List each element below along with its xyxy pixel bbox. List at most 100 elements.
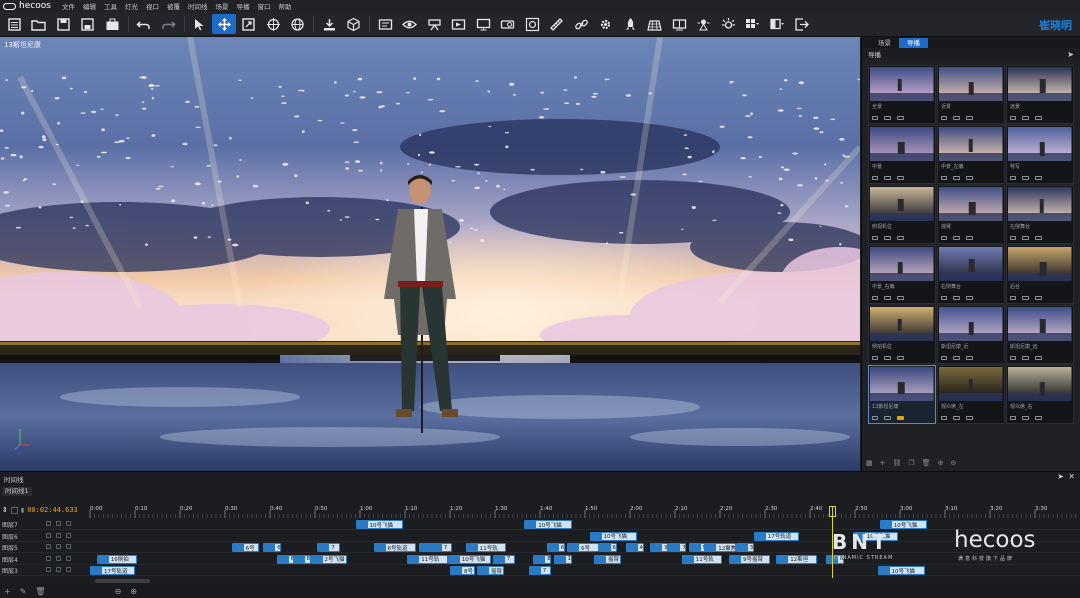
eye-icon[interactable] [56,555,61,561]
lock-icon[interactable] [66,567,71,572]
preview-icon[interactable] [941,296,947,300]
camera-shot-card[interactable]: 中景 [868,125,936,184]
add-camera-icon[interactable]: + [880,459,886,467]
timeline-clip[interactable]: 3 [735,543,754,552]
timeline-clip[interactable]: 8号 [450,566,475,575]
camera-shot-card[interactable]: 斯坦尼康_近 [937,305,1005,364]
menu-icon[interactable] [2,14,26,34]
live-icon[interactable] [897,296,904,300]
preview-icon[interactable] [872,236,878,240]
preview-icon[interactable] [1010,236,1016,240]
split-view-icon[interactable] [765,14,789,34]
live-icon[interactable] [966,236,973,240]
eye-icon[interactable] [56,544,61,549]
rotate-icon[interactable] [261,14,285,34]
camera-icon[interactable] [953,116,960,120]
lock-icon[interactable] [66,521,71,526]
menu-item[interactable]: 帮助 [279,1,292,11]
live-icon[interactable] [966,116,973,120]
camera-icon[interactable] [953,176,960,180]
menu-item[interactable]: 工具 [104,1,117,11]
timeline-clip[interactable]: 10号飞猫 [589,531,637,541]
timeline-clip[interactable]: 6号 [231,543,259,552]
live-icon[interactable] [1035,176,1042,180]
timeline-clip[interactable]: 9号摇臂 [729,554,770,564]
menu-item[interactable]: 场景 [216,1,229,11]
target-icon[interactable] [520,14,544,34]
camera-icon[interactable] [953,416,960,420]
link-icon[interactable] [569,14,593,34]
open-folder-icon[interactable] [27,14,51,34]
visibility-icon[interactable] [46,544,51,549]
live-icon[interactable] [966,356,973,360]
gear-icon[interactable] [594,14,618,34]
camera-icon[interactable] [884,116,891,120]
timeline-clip[interactable]: 11号轨 [407,554,448,564]
edit-panel-icon[interactable] [373,14,397,34]
camera-shot-card[interactable]: 斯坦尼康_远 [1006,305,1074,364]
timeline-clip[interactable]: 摇臂 [594,554,621,564]
live-icon[interactable] [1035,116,1042,120]
preview-icon[interactable] [872,356,878,360]
3d-viewport[interactable]: 13斯坦尼康 [0,37,860,471]
preview-icon[interactable] [1010,416,1016,420]
preview-icon[interactable] [941,356,947,360]
eye-icon[interactable] [56,521,61,526]
timeline-clip[interactable]: 摇臂 [477,566,504,575]
camera-shot-card[interactable]: 右侧舞台 [937,245,1005,304]
camera-icon[interactable] [884,416,891,420]
timeline-clip[interactable]: 17号轨道 [90,566,135,575]
horizontal-scrollbar[interactable] [95,579,150,583]
camera-icon[interactable] [953,296,960,300]
timeline-clip[interactable]: 4 [625,543,644,552]
camera-shot-card[interactable]: 摇臂 [937,185,1005,244]
camera-icon[interactable] [884,296,891,300]
vr-icon[interactable] [667,14,691,34]
visibility-icon[interactable] [46,532,51,538]
camera-icon[interactable] [953,356,960,360]
live-icon[interactable] [897,176,904,180]
zoom-out-icon[interactable]: ⊖ [115,587,122,596]
zoom-out-icon[interactable]: ⊖ [950,459,956,467]
delete-icon[interactable]: 🗑 [35,587,45,596]
eye-icon[interactable] [56,567,61,572]
select-arrow-icon[interactable] [188,14,212,34]
menu-item[interactable]: 灯光 [125,1,138,11]
link-icon[interactable]: ⛓ [893,459,902,467]
live-icon[interactable] [897,416,904,420]
camera-icon[interactable] [1022,116,1029,120]
live-icon[interactable] [897,356,904,360]
camera-icon[interactable] [1022,236,1029,240]
save-as-icon[interactable] [76,14,100,34]
camera-shot-card[interactable]: 后台 [1006,245,1074,304]
camera-shot-card[interactable]: 观众席_右 [1006,365,1074,424]
camera-shot-card[interactable]: 远景 [1006,65,1074,124]
record-icon[interactable] [10,506,18,514]
preview-icon[interactable] [941,116,947,120]
timeline-tab[interactable]: 时间线1 [2,487,32,496]
timeline-clip[interactable]: 12聚焦 [704,543,736,552]
stage-grid-icon[interactable] [643,14,667,34]
live-icon[interactable] [966,416,973,420]
time-ruler[interactable]: 0:00 0:10 0:20 0:30 0:40 0:50 1:00 1:10 1:20 1:30… [88,504,1076,518]
preview-icon[interactable] [872,296,878,300]
timeline-clip[interactable]: 2号飞猫 [310,554,347,564]
menu-item[interactable]: 窗口 [258,1,271,11]
marker-icon[interactable]: ⇕ [2,506,8,514]
camera-shot-card[interactable]: 观众席_左 [937,365,1005,424]
pin-icon[interactable]: ➤ [1057,472,1064,481]
preview-icon[interactable] [872,176,878,180]
timeline-clip[interactable]: 6号轨道 [373,543,417,552]
camera-shot-card[interactable]: 13斯坦尼康 [868,365,936,424]
lock-icon[interactable] [66,544,71,549]
preview-icon[interactable] [1010,116,1016,120]
world-icon[interactable] [286,14,310,34]
redo-icon[interactable] [156,14,180,34]
camera-shot-card[interactable]: 中景_左偏 [937,125,1005,184]
lights-icon[interactable] [692,14,716,34]
camera-shot-card[interactable]: 近景 [937,65,1005,124]
timeline-clip[interactable]: 11号轨 [681,554,723,564]
live-icon[interactable] [1035,356,1042,360]
preview-icon[interactable] [1010,356,1016,360]
exit-icon[interactable] [790,14,814,34]
